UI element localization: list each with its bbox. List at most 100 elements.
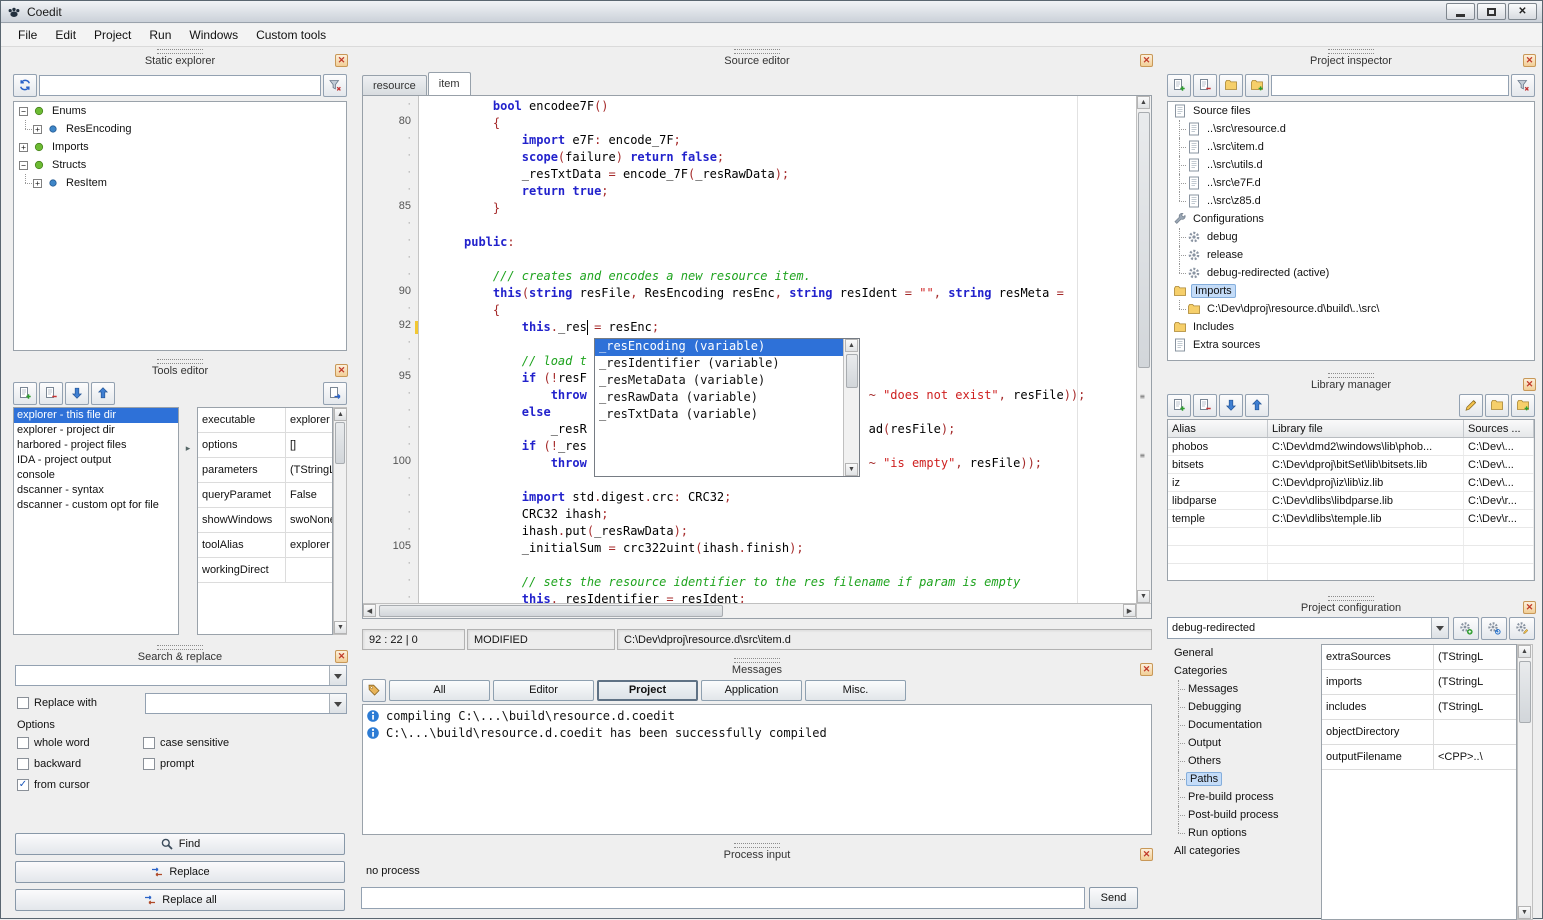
remove-source-button[interactable] bbox=[1193, 74, 1217, 97]
table-row[interactable]: phobosC:\Dev\dmd2\windows\lib\phob...C:\… bbox=[1168, 438, 1534, 456]
clone-configuration-button[interactable] bbox=[1481, 617, 1507, 640]
scrollbar-thumb[interactable] bbox=[335, 422, 345, 464]
line-number[interactable]: · bbox=[363, 234, 418, 251]
scroll-up-icon[interactable]: ▲ bbox=[334, 408, 347, 421]
chevron-down-icon[interactable] bbox=[329, 694, 346, 713]
filter-project[interactable]: Project bbox=[597, 680, 698, 701]
scrollbar-thumb[interactable] bbox=[846, 354, 858, 388]
tool-item[interactable]: harbored - project files bbox=[14, 438, 178, 453]
checkbox-box[interactable] bbox=[17, 697, 29, 709]
tab-resource[interactable]: resource bbox=[362, 75, 427, 95]
editor-horizontal-scrollbar[interactable]: ◀ ▶ bbox=[363, 603, 1136, 618]
line-number[interactable]: · bbox=[363, 132, 418, 149]
tree-item[interactable]: Source files bbox=[1168, 102, 1534, 120]
property-value[interactable]: explorer bbox=[286, 533, 332, 557]
checkbox-box[interactable] bbox=[143, 737, 155, 749]
line-number[interactable]: · bbox=[363, 489, 418, 506]
line-number[interactable]: · bbox=[363, 591, 418, 603]
completion-item[interactable]: _resEncoding (variable) bbox=[595, 339, 843, 356]
table-row[interactable]: libdparseC:\Dev\dlibs\libdparse.libC:\De… bbox=[1168, 492, 1534, 510]
open-folder-button[interactable] bbox=[1219, 74, 1243, 97]
move-tool-down-button[interactable] bbox=[65, 382, 89, 405]
refresh-button[interactable] bbox=[13, 74, 37, 97]
checkbox-box[interactable] bbox=[17, 737, 29, 749]
tree-item[interactable]: Configurations bbox=[1168, 210, 1534, 228]
line-number[interactable]: 100 bbox=[363, 455, 418, 472]
checkbox-box[interactable] bbox=[143, 758, 155, 770]
tree-item[interactable]: debug bbox=[1168, 228, 1534, 246]
tree-item[interactable]: Run options bbox=[1167, 824, 1319, 842]
menu-project[interactable]: Project bbox=[85, 25, 140, 45]
send-button[interactable]: Send bbox=[1089, 887, 1138, 909]
tool-item[interactable]: IDA - project output bbox=[14, 453, 178, 468]
move-tool-up-button[interactable] bbox=[91, 382, 115, 405]
property-row[interactable]: options[] bbox=[198, 433, 332, 458]
tree-item[interactable]: release bbox=[1168, 246, 1534, 264]
property-value[interactable]: (TStringL bbox=[1434, 695, 1516, 719]
tree-item[interactable]: C:\Dev\dproj\resource.d\build\..\src\ bbox=[1168, 300, 1534, 318]
filter-editor[interactable]: Editor bbox=[493, 680, 594, 701]
filter-application[interactable]: Application bbox=[701, 680, 802, 701]
table-row[interactable] bbox=[1168, 546, 1534, 564]
tree-item[interactable]: debug-redirected (active) bbox=[1168, 264, 1534, 282]
table-row[interactable]: izC:\Dev\dproj\iz\lib\iz.libC:\Dev\... bbox=[1168, 474, 1534, 492]
dock-grip[interactable] bbox=[157, 359, 203, 364]
line-number[interactable]: · bbox=[363, 149, 418, 166]
scrollbar-thumb[interactable] bbox=[1519, 661, 1531, 723]
tree-item[interactable]: Pre-build process bbox=[1167, 788, 1319, 806]
menu-windows[interactable]: Windows bbox=[180, 25, 247, 45]
panel-close-icon[interactable]: ✕ bbox=[335, 650, 348, 663]
execute-tool-button[interactable] bbox=[323, 382, 347, 405]
property-value[interactable] bbox=[286, 558, 332, 582]
line-number[interactable]: · bbox=[363, 506, 418, 523]
property-row[interactable]: objectDirectory bbox=[1322, 720, 1516, 745]
scroll-up-icon[interactable]: ▲ bbox=[1137, 96, 1150, 109]
configuration-combo[interactable]: debug-redirected bbox=[1167, 617, 1449, 639]
property-value[interactable]: <CPP>..\ bbox=[1434, 745, 1516, 769]
add-source-button[interactable] bbox=[1167, 74, 1191, 97]
panel-close-icon[interactable]: ✕ bbox=[335, 54, 348, 67]
scroll-down-icon[interactable]: ▼ bbox=[334, 621, 347, 634]
panel-close-icon[interactable]: ✕ bbox=[1140, 54, 1153, 67]
tree-item[interactable]: Debugging bbox=[1167, 698, 1319, 716]
expand-icon[interactable]: + bbox=[33, 125, 42, 134]
tool-item[interactable]: dscanner - custom opt for file bbox=[14, 498, 178, 513]
property-row[interactable]: imports(TStringL bbox=[1322, 670, 1516, 695]
panel-close-icon[interactable]: ✕ bbox=[335, 364, 348, 377]
dock-grip[interactable] bbox=[734, 658, 780, 663]
process-input-field[interactable] bbox=[361, 887, 1085, 909]
table-row[interactable]: bitsetsC:\Dev\dproj\bitSet\lib\bitsets.l… bbox=[1168, 456, 1534, 474]
scroll-down-icon[interactable]: ▼ bbox=[845, 463, 858, 476]
line-number[interactable]: · bbox=[363, 438, 418, 455]
move-library-down-button[interactable] bbox=[1219, 394, 1243, 417]
panel-close-icon[interactable]: ✕ bbox=[1140, 848, 1153, 861]
tool-item[interactable]: explorer - project dir bbox=[14, 423, 178, 438]
clear-filter-button[interactable] bbox=[323, 74, 347, 97]
dock-grip[interactable] bbox=[1328, 596, 1374, 601]
line-number[interactable]: · bbox=[363, 98, 418, 115]
dock-grip[interactable] bbox=[1328, 373, 1374, 378]
chevron-down-icon[interactable] bbox=[329, 666, 346, 685]
add-configuration-button[interactable] bbox=[1453, 617, 1479, 640]
property-row[interactable]: parameters(TStringL bbox=[198, 458, 332, 483]
message-row[interactable]: compiling C:\...\build\resource.d.coedit bbox=[363, 707, 1151, 724]
scroll-up-icon[interactable]: ▲ bbox=[845, 339, 858, 352]
scrollbar-thumb[interactable] bbox=[379, 605, 723, 617]
add-library-folder-button[interactable] bbox=[1511, 394, 1535, 417]
dock-grip[interactable] bbox=[157, 49, 203, 54]
panel-close-icon[interactable]: ✕ bbox=[1140, 663, 1153, 676]
property-row[interactable]: executableexplorer bbox=[198, 408, 332, 433]
menu-file[interactable]: File bbox=[9, 25, 46, 45]
line-number[interactable]: 105 bbox=[363, 540, 418, 557]
inspector-filter-input[interactable] bbox=[1271, 75, 1509, 96]
tree-item[interactable]: ..\src\item.d bbox=[1168, 138, 1534, 156]
tree-item[interactable]: General bbox=[1167, 644, 1319, 662]
line-number[interactable]: · bbox=[363, 183, 418, 200]
line-number[interactable]: · bbox=[363, 557, 418, 574]
tree-item[interactable]: ..\src\e7F.d bbox=[1168, 174, 1534, 192]
tree-item[interactable]: −Structs bbox=[14, 156, 346, 174]
tree-item[interactable]: +ResItem bbox=[14, 174, 346, 192]
library-folder-button[interactable] bbox=[1485, 394, 1509, 417]
close-button[interactable]: ✕ bbox=[1508, 3, 1537, 20]
remove-tool-button[interactable] bbox=[39, 382, 63, 405]
